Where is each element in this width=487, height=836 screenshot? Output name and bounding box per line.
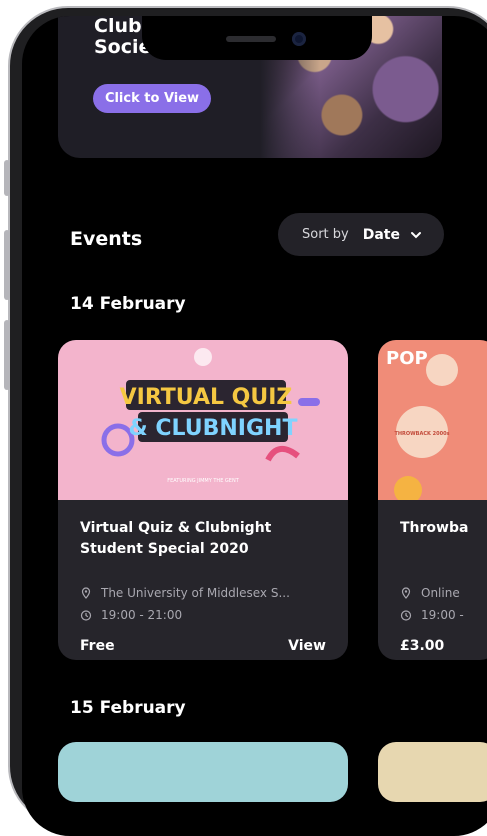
speaker-grille (226, 36, 276, 42)
event-card-body: Throwba (400, 518, 487, 539)
event-card-body: Virtual Quiz & Clubnight Student Special… (80, 518, 338, 560)
volume-down-button (4, 320, 10, 390)
event-poster: VIRTUAL QUIZ & CLUBNIGHT FEATURING JIMMY… (58, 340, 348, 500)
notch (142, 16, 372, 60)
event-location: Online (400, 586, 460, 600)
event-card[interactable] (378, 742, 487, 802)
svg-text:& CLUBNIGHT: & CLUBNIGHT (129, 416, 298, 441)
volume-up-button (4, 230, 10, 300)
quiz-poster-art: VIRTUAL QUIZ & CLUBNIGHT FEATURING JIMMY… (101, 348, 320, 484)
location-pin-icon (81, 587, 91, 599)
event-title: Throwba (400, 520, 469, 536)
poster-caption: THROWBACK 2000s (394, 431, 449, 437)
date-heading: 14 February (70, 294, 186, 314)
mute-switch (4, 160, 10, 196)
app-screen: Club Socie Click to View Events Sort by … (22, 16, 487, 836)
event-card[interactable]: VIRTUAL QUIZ & CLUBNIGHT FEATURING JIMMY… (58, 340, 348, 660)
chevron-down-icon (411, 231, 421, 238)
event-price: £3.00 (400, 638, 445, 654)
event-price: Free (80, 638, 115, 654)
event-location-text: Online (421, 586, 460, 600)
event-location: The University of Middlesex S... (80, 586, 290, 600)
event-title: Virtual Quiz & Clubnight Student Special… (80, 520, 272, 557)
event-card[interactable] (58, 742, 348, 802)
location-pin-icon (401, 587, 411, 599)
event-time: 19:00 - 21:00 (80, 608, 182, 622)
clock-icon (80, 610, 92, 621)
date-heading: 15 February (70, 698, 186, 718)
sort-dropdown[interactable]: Sort by Date (278, 213, 444, 256)
clock-icon (400, 610, 412, 621)
poster-pop-text: POP (386, 348, 428, 369)
sort-value: Date (362, 226, 400, 243)
front-camera (292, 32, 306, 46)
click-to-view-button[interactable]: Click to View (93, 84, 211, 113)
event-location-text: The University of Middlesex S... (101, 586, 290, 600)
svg-text:VIRTUAL QUIZ: VIRTUAL QUIZ (120, 385, 293, 410)
event-time-text: 19:00 - (421, 608, 464, 622)
event-time-text: 19:00 - 21:00 (101, 608, 183, 622)
events-heading: Events (70, 228, 143, 250)
sort-label: Sort by (302, 227, 349, 242)
event-card[interactable]: POP THROWBACK 2000s Throwba Online 19:00… (378, 340, 487, 660)
poster-caption: FEATURING JIMMY THE GENT (167, 478, 239, 484)
event-time: 19:00 - (400, 608, 464, 622)
throwback-poster-art: POP THROWBACK 2000s (386, 348, 458, 504)
event-poster: POP THROWBACK 2000s (378, 340, 487, 504)
view-event-button[interactable]: View (288, 638, 326, 654)
